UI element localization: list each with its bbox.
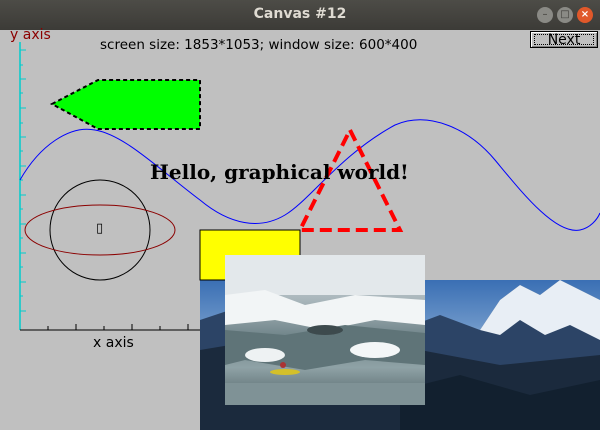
- next-button-label: Next: [547, 32, 581, 48]
- window-titlebar[interactable]: Canvas #12 – □ ×: [0, 0, 600, 30]
- x-axis-ticks: [47, 324, 189, 330]
- next-button[interactable]: Next: [530, 31, 598, 48]
- minimize-icon[interactable]: –: [537, 7, 553, 23]
- drawing-canvas: screen size: 1853*1053; window size: 600…: [0, 27, 600, 430]
- river-drawing: [225, 255, 425, 405]
- y-axis-ticks: [20, 49, 26, 312]
- hello-text: Hello, graphical world!: [150, 160, 409, 184]
- kayak-river-photo: [225, 255, 425, 405]
- ellipse-center-glyph: ▯: [96, 221, 104, 236]
- x-axis-label: x axis: [93, 335, 134, 351]
- maximize-icon[interactable]: □: [557, 7, 573, 23]
- close-icon[interactable]: ×: [577, 7, 593, 23]
- screen-info-text: screen size: 1853*1053; window size: 600…: [100, 37, 418, 53]
- y-axis-label: y axis: [10, 27, 51, 43]
- window-title: Canvas #12: [253, 6, 347, 22]
- green-arrow-shape: [49, 79, 201, 130]
